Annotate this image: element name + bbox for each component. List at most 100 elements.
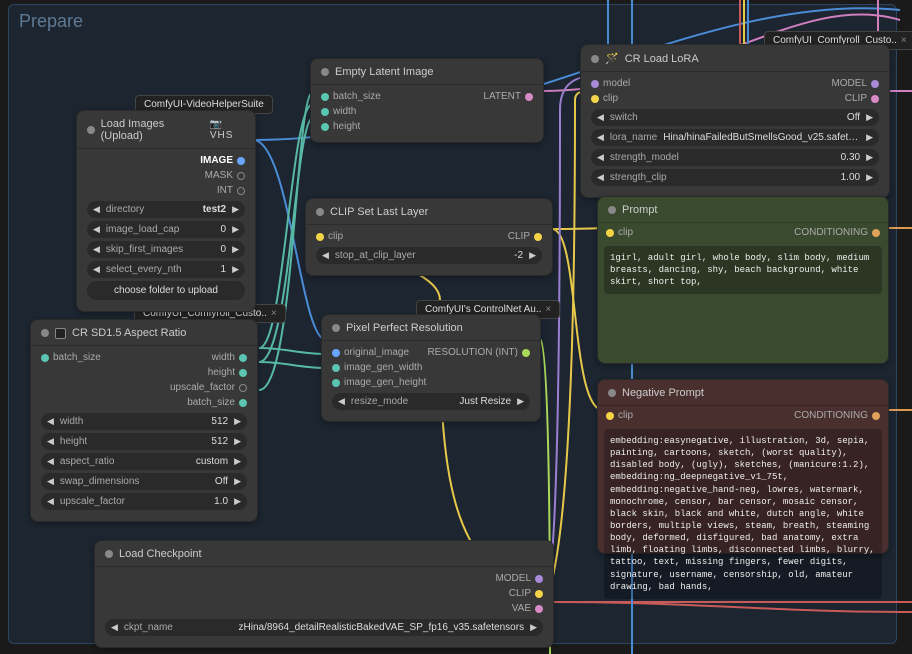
port-batch-size-in[interactable] [41,354,49,362]
port-original-image-in[interactable] [332,349,340,357]
port-width-in[interactable] [321,108,329,116]
arrow-right-icon[interactable]: ▶ [866,132,873,143]
port-upscale-out[interactable] [239,384,247,392]
collapse-dot-icon[interactable] [332,324,340,332]
arrow-right-icon[interactable]: ▶ [529,250,536,261]
port-resolution-out[interactable] [522,349,530,357]
arrow-right-icon[interactable]: ▶ [232,264,239,275]
port-clip-in[interactable] [606,229,614,237]
node-title[interactable]: Negative Prompt [598,380,888,406]
arrow-left-icon[interactable]: ◀ [338,396,345,407]
arrow-right-icon[interactable]: ▶ [234,496,241,507]
arrow-left-icon[interactable]: ◀ [597,172,604,183]
arrow-right-icon[interactable]: ▶ [234,416,241,427]
port-height-out[interactable] [239,369,247,377]
arrow-right-icon[interactable]: ▶ [232,204,239,215]
node-load-images[interactable]: Load Images (Upload) 📷VHS IMAGE MASK INT… [76,110,256,312]
widget-resize-mode[interactable]: ◀resize_modeJust Resize▶ [332,393,530,410]
arrow-left-icon[interactable]: ◀ [47,476,54,487]
arrow-right-icon[interactable]: ▶ [234,476,241,487]
port-mask[interactable] [237,172,245,180]
collapse-dot-icon[interactable] [41,329,49,337]
port-model-out[interactable] [535,575,543,583]
node-title[interactable]: Empty Latent Image [311,59,543,85]
widget-strength-clip[interactable]: ◀strength_clip1.00▶ [591,169,879,186]
arrow-left-icon[interactable]: ◀ [93,204,100,215]
port-clip-out[interactable] [534,233,542,241]
collapse-dot-icon[interactable] [608,389,616,397]
arrow-right-icon[interactable]: ▶ [234,436,241,447]
widget-stop-at-clip-layer[interactable]: ◀stop_at_clip_layer-2▶ [316,247,542,264]
port-batch-size-in[interactable] [321,93,329,101]
arrow-left-icon[interactable]: ◀ [597,132,604,143]
collapse-dot-icon[interactable] [105,550,113,558]
port-width-out[interactable] [239,354,247,362]
arrow-right-icon[interactable]: ▶ [866,152,873,163]
arrow-right-icon[interactable]: ▶ [232,224,239,235]
choose-folder-button[interactable]: choose folder to upload [87,281,245,300]
widget-switch[interactable]: ◀switchOff▶ [591,109,879,126]
arrow-left-icon[interactable]: ◀ [47,416,54,427]
node-title[interactable]: Prompt [598,197,888,223]
widget-width[interactable]: ◀width512▶ [41,413,247,430]
arrow-right-icon[interactable]: ▶ [234,456,241,467]
node-title[interactable]: Pixel Perfect Resolution [322,315,540,341]
widget-upscale-factor[interactable]: ◀upscale_factor1.0▶ [41,493,247,510]
node-title[interactable]: CLIP Set Last Layer [306,199,552,225]
collapse-dot-icon[interactable] [591,55,599,63]
port-clip-in[interactable] [316,233,324,241]
widget-strength-model[interactable]: ◀strength_model0.30▶ [591,149,879,166]
port-conditioning-out[interactable] [872,229,880,237]
checkbox-icon[interactable] [55,328,66,339]
widget-lora-name[interactable]: ◀lora_nameHina/hinaFailedButSmellsGood_v… [591,129,879,146]
port-clip-in[interactable] [591,95,599,103]
prompt-text[interactable]: 1girl, adult girl, whole body, slim body… [604,246,882,294]
widget-swap-dimensions[interactable]: ◀swap_dimensionsOff▶ [41,473,247,490]
node-title[interactable]: 🪄CR Load LoRA [581,45,889,72]
node-negative-prompt[interactable]: Negative Prompt clip CONDITIONING embedd… [597,379,889,554]
port-gen-width-in[interactable] [332,364,340,372]
port-latent[interactable] [525,93,533,101]
node-cr-load-lora[interactable]: 🪄CR Load LoRA model MODEL clip CLIP ◀swi… [580,44,890,198]
widget-aspect-ratio[interactable]: ◀aspect_ratiocustom▶ [41,453,247,470]
node-empty-latent[interactable]: Empty Latent Image batch_size LATENT wid… [310,58,544,143]
port-vae-out[interactable] [535,605,543,613]
collapse-dot-icon[interactable] [321,68,329,76]
arrow-left-icon[interactable]: ◀ [93,244,100,255]
arrow-right-icon[interactable]: ▶ [866,112,873,123]
widget-directory[interactable]: ◀ directory test2 ▶ [87,201,245,218]
negative-prompt-text[interactable]: embedding:easynegative, illustration, 3d… [604,429,882,599]
node-title[interactable]: CR SD1.5 Aspect Ratio [31,320,257,346]
arrow-right-icon[interactable]: ▶ [517,396,524,407]
port-clip-out[interactable] [871,95,879,103]
port-conditioning-out[interactable] [872,412,880,420]
widget-height[interactable]: ◀height512▶ [41,433,247,450]
port-batch-size-out[interactable] [239,399,247,407]
port-clip-in[interactable] [606,412,614,420]
node-prompt[interactable]: Prompt clip CONDITIONING 1girl, adult gi… [597,196,889,364]
arrow-left-icon[interactable]: ◀ [93,264,100,275]
node-load-checkpoint[interactable]: Load Checkpoint MODEL CLIP VAE ◀ckpt_nam… [94,540,554,648]
arrow-left-icon[interactable]: ◀ [597,152,604,163]
arrow-left-icon[interactable]: ◀ [93,224,100,235]
port-gen-height-in[interactable] [332,379,340,387]
node-clip-set-last-layer[interactable]: CLIP Set Last Layer clip CLIP ◀stop_at_c… [305,198,553,276]
port-model-out[interactable] [871,80,879,88]
collapse-dot-icon[interactable] [87,126,95,134]
widget-skip-first-images[interactable]: ◀ skip_first_images 0 ▶ [87,241,245,258]
widget-select-every-nth[interactable]: ◀ select_every_nth 1 ▶ [87,261,245,278]
arrow-right-icon[interactable]: ▶ [232,244,239,255]
node-pixel-perfect[interactable]: Pixel Perfect Resolution original_image … [321,314,541,422]
port-image[interactable] [237,157,245,165]
arrow-left-icon[interactable]: ◀ [47,456,54,467]
collapse-dot-icon[interactable] [316,208,324,216]
arrow-right-icon[interactable]: ▶ [530,622,537,633]
collapse-dot-icon[interactable] [608,206,616,214]
arrow-left-icon[interactable]: ◀ [597,112,604,123]
node-title[interactable]: Load Images (Upload) 📷VHS [77,111,255,149]
arrow-left-icon[interactable]: ◀ [47,496,54,507]
port-height-in[interactable] [321,123,329,131]
port-clip-out[interactable] [535,590,543,598]
arrow-left-icon[interactable]: ◀ [111,622,118,633]
arrow-left-icon[interactable]: ◀ [47,436,54,447]
